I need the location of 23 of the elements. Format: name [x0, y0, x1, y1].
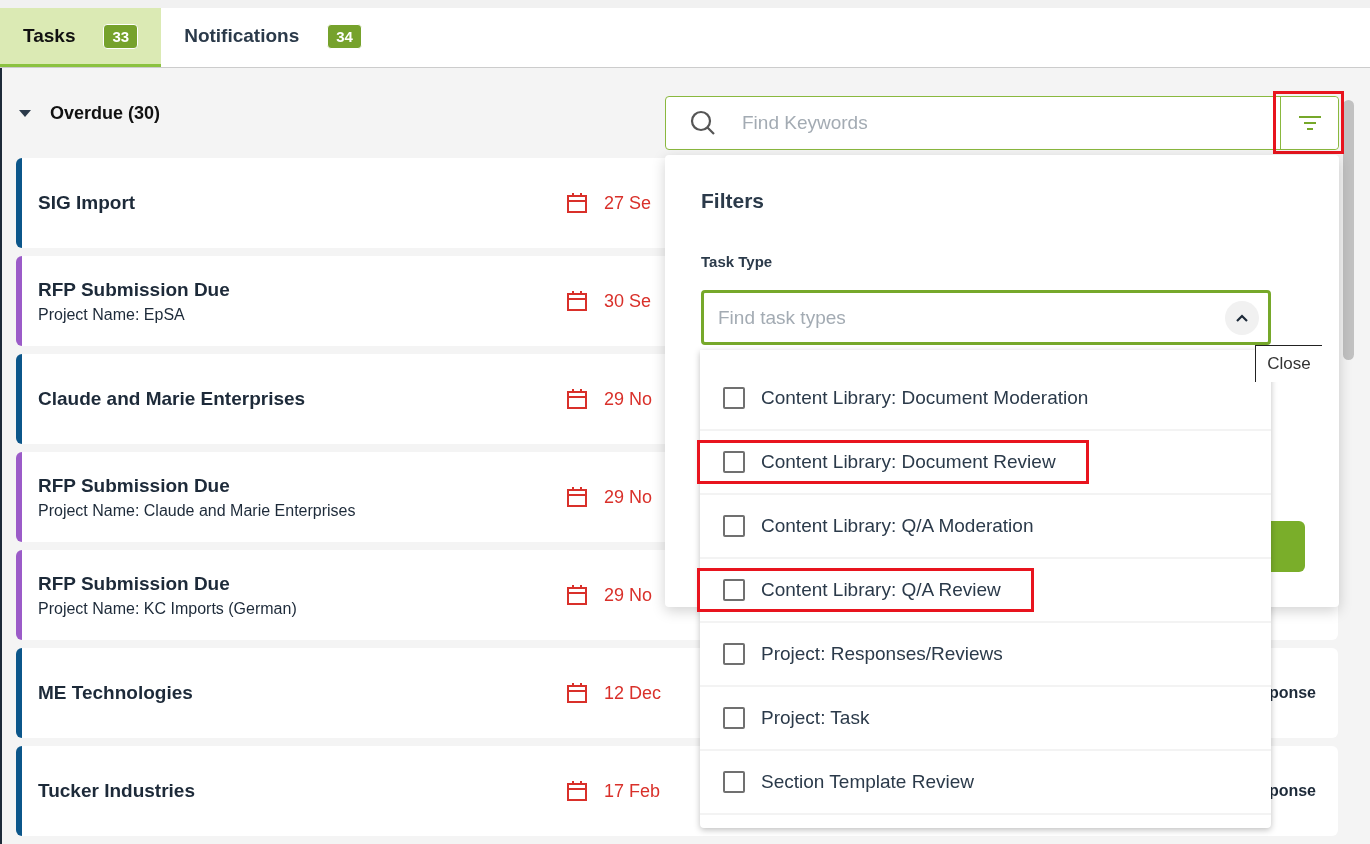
- task-title: RFP Submission Due: [38, 474, 231, 497]
- task-title: RFP Submission Due: [38, 278, 231, 301]
- task-title: RFP Submission Due: [38, 572, 231, 595]
- count-badge: 33: [103, 23, 139, 49]
- count-badge: 34: [327, 23, 362, 49]
- due-date: 17 Feb: [604, 780, 661, 802]
- task-title: Claude and Marie Enterprises: [38, 388, 307, 410]
- due-date: 29 No: [604, 584, 653, 606]
- task-title: ME Technologies: [38, 682, 194, 704]
- close-tooltip: Close: [1255, 345, 1322, 382]
- due-date: 29 No: [604, 486, 653, 508]
- task-subtitle: Project Name: Claude and Marie Enterprises: [38, 501, 357, 520]
- task-title: Tucker Industries: [38, 780, 196, 802]
- due-date: 12 Dec: [604, 682, 662, 704]
- due-date: 27 Se: [604, 192, 652, 214]
- section-title: Overdue (30): [50, 102, 161, 124]
- task-subtitle: Project Name: EpSA: [38, 305, 186, 324]
- due-date: 29 No: [604, 388, 653, 410]
- task-subtitle: Project Name: KC Imports (German): [38, 599, 298, 618]
- due-date: 30 Se: [604, 290, 652, 312]
- panel-title: Filters: [701, 189, 766, 213]
- field-label: Task Type: [701, 253, 774, 270]
- task-title: SIG Import: [38, 192, 137, 214]
